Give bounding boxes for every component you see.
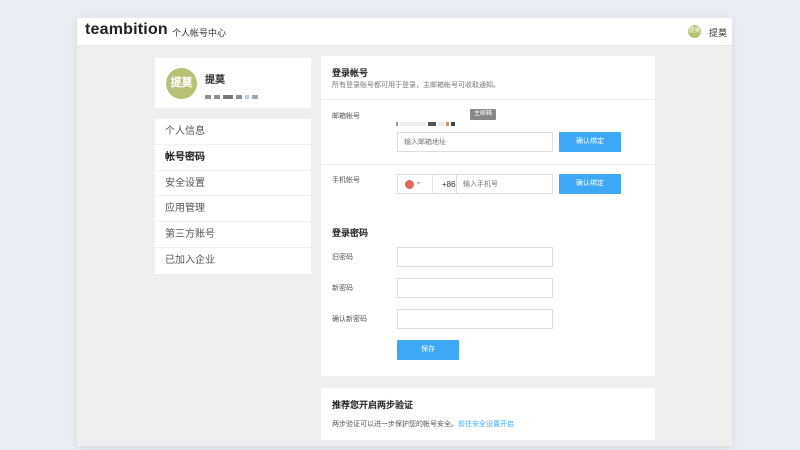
divider <box>321 164 655 165</box>
two-step-text: 两步验证可以进一步保护您的帐号安全。 <box>332 421 458 428</box>
save-button[interactable]: 保存 <box>397 340 459 360</box>
login-account-title: 登录帐号 <box>332 68 369 78</box>
new-password-input[interactable] <box>397 278 553 298</box>
two-step-card: 推荐您开启两步验证 两步验证可以进一步保护您的帐号安全。前往安全设置开启 <box>321 388 655 440</box>
bind-phone-button[interactable]: 确认绑定 <box>559 174 621 194</box>
password-title: 登录密码 <box>332 228 369 238</box>
old-password-label: 旧密码 <box>332 254 353 261</box>
password-card: 登录密码 旧密码 新密码 确认新密码 保存 <box>321 216 655 376</box>
phone-input[interactable] <box>456 174 553 194</box>
country-code-select[interactable]: ▾ +86 <box>397 174 457 194</box>
confirm-password-label: 确认新密码 <box>332 316 367 323</box>
teambition-logo[interactable]: teambition <box>85 21 168 39</box>
header-user-name[interactable]: 提莫 <box>709 26 727 39</box>
new-password-label: 新密码 <box>332 285 353 292</box>
page-title: 个人帐号中心 <box>172 28 227 38</box>
masked-account-info <box>205 86 275 99</box>
separator <box>432 175 433 193</box>
primary-email-badge: 主邮箱 <box>470 109 497 120</box>
two-step-text-line: 两步验证可以进一步保护您的帐号安全。前往安全设置开启 <box>332 419 514 429</box>
two-step-title: 推荐您开启两步验证 <box>332 400 414 410</box>
sidebar-item-profile[interactable]: 个人信息 <box>155 119 311 145</box>
email-input[interactable] <box>397 132 553 152</box>
divider <box>321 99 655 100</box>
profile-card: 提莫 提莫 <box>155 58 311 108</box>
sidebar-item-account-password[interactable]: 帐号密码 <box>155 145 311 171</box>
flag-icon <box>405 180 414 189</box>
chevron-down-icon: ▾ <box>417 181 421 187</box>
header-avatar[interactable]: 提莫 <box>688 25 701 38</box>
top-header: teambition 个人帐号中心 提莫 提莫 <box>77 18 732 46</box>
confirm-password-input[interactable] <box>397 309 553 329</box>
profile-name: 提莫 <box>205 75 225 86</box>
email-label: 邮箱帐号 <box>332 113 360 120</box>
sidebar-item-third-party[interactable]: 第三方账号 <box>155 222 311 248</box>
country-code: +86 <box>442 180 456 189</box>
old-password-input[interactable] <box>397 247 553 267</box>
login-account-subtitle: 所有登录账号都可用于登录，主邮箱帐号可收取通知。 <box>332 82 500 89</box>
security-settings-link[interactable]: 前往安全设置开启 <box>458 421 514 428</box>
bind-email-button[interactable]: 确认绑定 <box>559 132 621 152</box>
login-account-card: 登录帐号 所有登录账号都可用于登录，主邮箱帐号可收取通知。 邮箱帐号 主邮箱 确… <box>321 56 655 222</box>
account-center-window: teambition 个人帐号中心 提莫 提莫 提莫 提莫 个人信息 帐号密码 … <box>77 18 732 446</box>
sidebar-nav: 个人信息 帐号密码 安全设置 应用管理 第三方账号 已加入企业 <box>155 119 311 274</box>
sidebar-item-apps[interactable]: 应用管理 <box>155 196 311 223</box>
avatar: 提莫 <box>166 68 197 99</box>
sidebar-item-security[interactable]: 安全设置 <box>155 171 311 197</box>
sidebar-item-enterprises[interactable]: 已加入企业 <box>155 248 311 274</box>
masked-email <box>396 113 457 126</box>
phone-label: 手机帐号 <box>332 177 360 184</box>
